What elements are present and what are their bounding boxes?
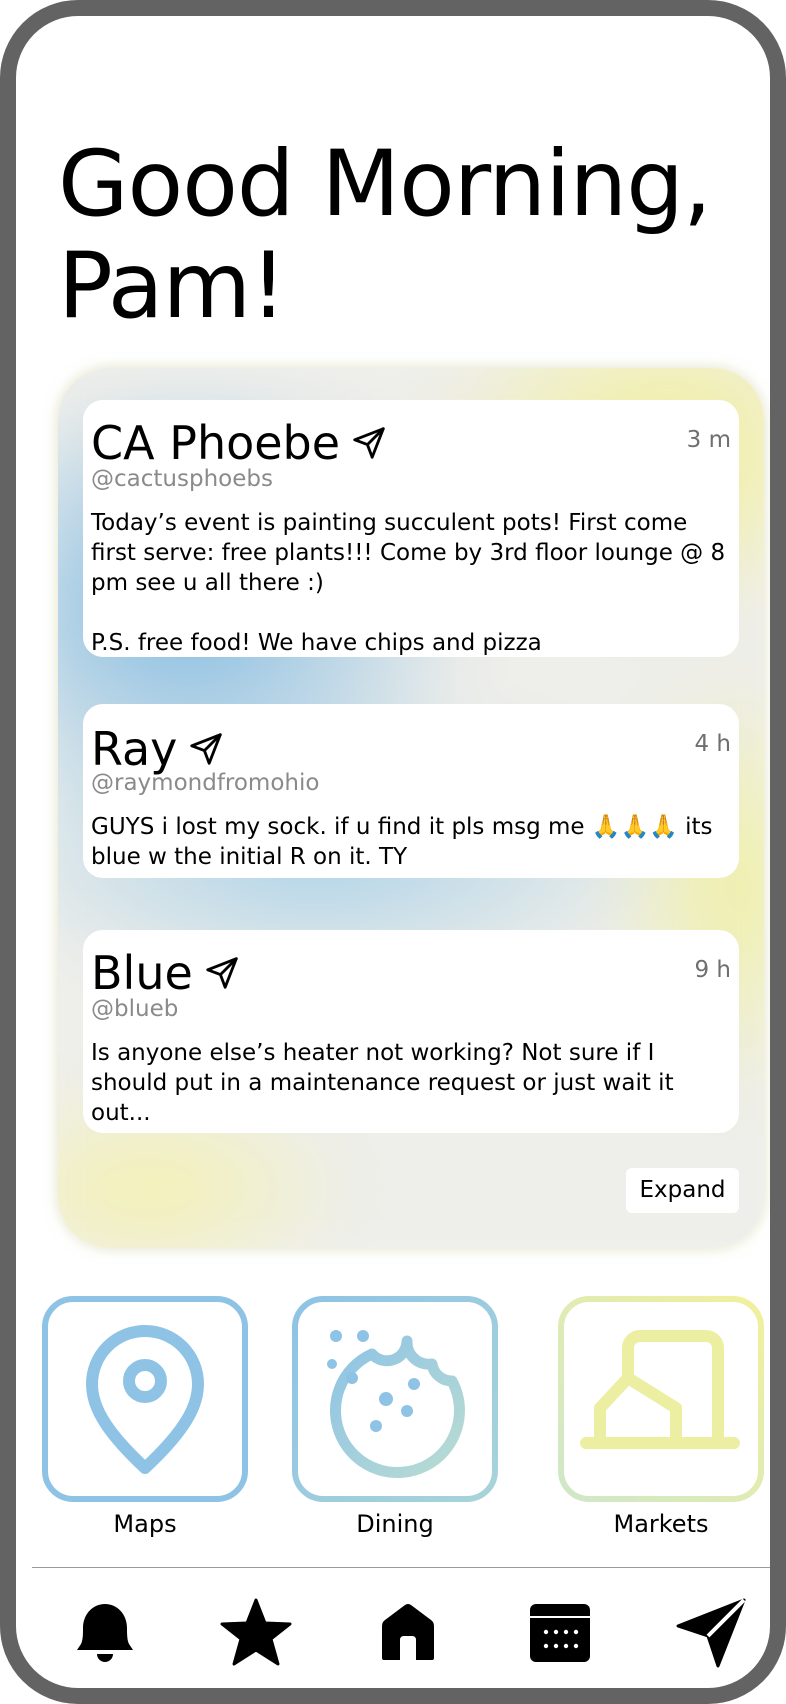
dining-tile[interactable] bbox=[292, 1296, 498, 1502]
post-author-name: CA Phoebe bbox=[91, 415, 341, 470]
post-author-name: Blue bbox=[91, 945, 193, 1000]
markets-label: Markets bbox=[613, 1510, 709, 1538]
send-icon[interactable] bbox=[350, 424, 388, 462]
markets-tile[interactable] bbox=[558, 1296, 764, 1502]
post-handle[interactable]: @blueb bbox=[91, 996, 178, 1022]
post-author-name: Ray bbox=[91, 721, 178, 776]
maps-label: Maps bbox=[113, 1510, 177, 1538]
send-icon[interactable] bbox=[187, 730, 225, 768]
map-pin-icon bbox=[86, 1325, 204, 1474]
post-author-row: CA Phoebe bbox=[91, 412, 388, 470]
post-body: Is anyone else’s heater not working? Not… bbox=[91, 1040, 681, 1126]
expand-button[interactable]: Expand bbox=[626, 1168, 739, 1213]
post-body: GUYS i lost my sock. if u find it pls ms… bbox=[91, 814, 720, 870]
phone-frame: Good Morning, Pam! CA Phoebe 3 m @cactus… bbox=[0, 0, 786, 1704]
star-icon bbox=[220, 1598, 292, 1666]
post-timestamp: 4 h bbox=[694, 731, 731, 757]
maps-tile[interactable] bbox=[42, 1296, 248, 1502]
post-author-row: Ray bbox=[91, 718, 225, 776]
calendar-icon bbox=[530, 1604, 590, 1662]
cookie-icon bbox=[327, 1330, 465, 1479]
post-body: Today’s event is painting succulent pots… bbox=[91, 510, 726, 656]
feed-post[interactable]: CA Phoebe 3 m @cactusphoebs Today’s even… bbox=[83, 400, 739, 657]
bottom-nav-divider bbox=[32, 1567, 770, 1568]
dining-label: Dining bbox=[356, 1510, 434, 1538]
post-handle[interactable]: @raymondfromohio bbox=[91, 770, 319, 796]
message-feed: CA Phoebe 3 m @cactusphoebs Today’s even… bbox=[58, 368, 764, 1248]
send-icon bbox=[676, 1598, 746, 1668]
bell-icon bbox=[77, 1604, 133, 1662]
nav-favorites[interactable] bbox=[220, 1596, 292, 1668]
nav-home[interactable] bbox=[372, 1596, 444, 1668]
send-icon[interactable] bbox=[203, 954, 241, 992]
post-timestamp: 9 h bbox=[694, 957, 731, 983]
post-timestamp: 3 m bbox=[686, 427, 731, 453]
greeting-title: Good Morning, Pam! bbox=[58, 132, 712, 339]
post-author-row: Blue bbox=[91, 942, 241, 1000]
home-icon bbox=[382, 1604, 434, 1660]
post-handle[interactable]: @cactusphoebs bbox=[91, 466, 273, 492]
feed-post[interactable]: Blue 9 h @blueb Is anyone else’s heater … bbox=[83, 930, 739, 1133]
feed-post[interactable]: Ray 4 h @raymondfromohio GUYS i lost my … bbox=[83, 704, 739, 878]
nav-calendar[interactable] bbox=[524, 1596, 596, 1668]
nav-notifications[interactable] bbox=[69, 1596, 141, 1668]
nav-messages[interactable] bbox=[676, 1596, 748, 1668]
store-icon bbox=[580, 1330, 740, 1449]
